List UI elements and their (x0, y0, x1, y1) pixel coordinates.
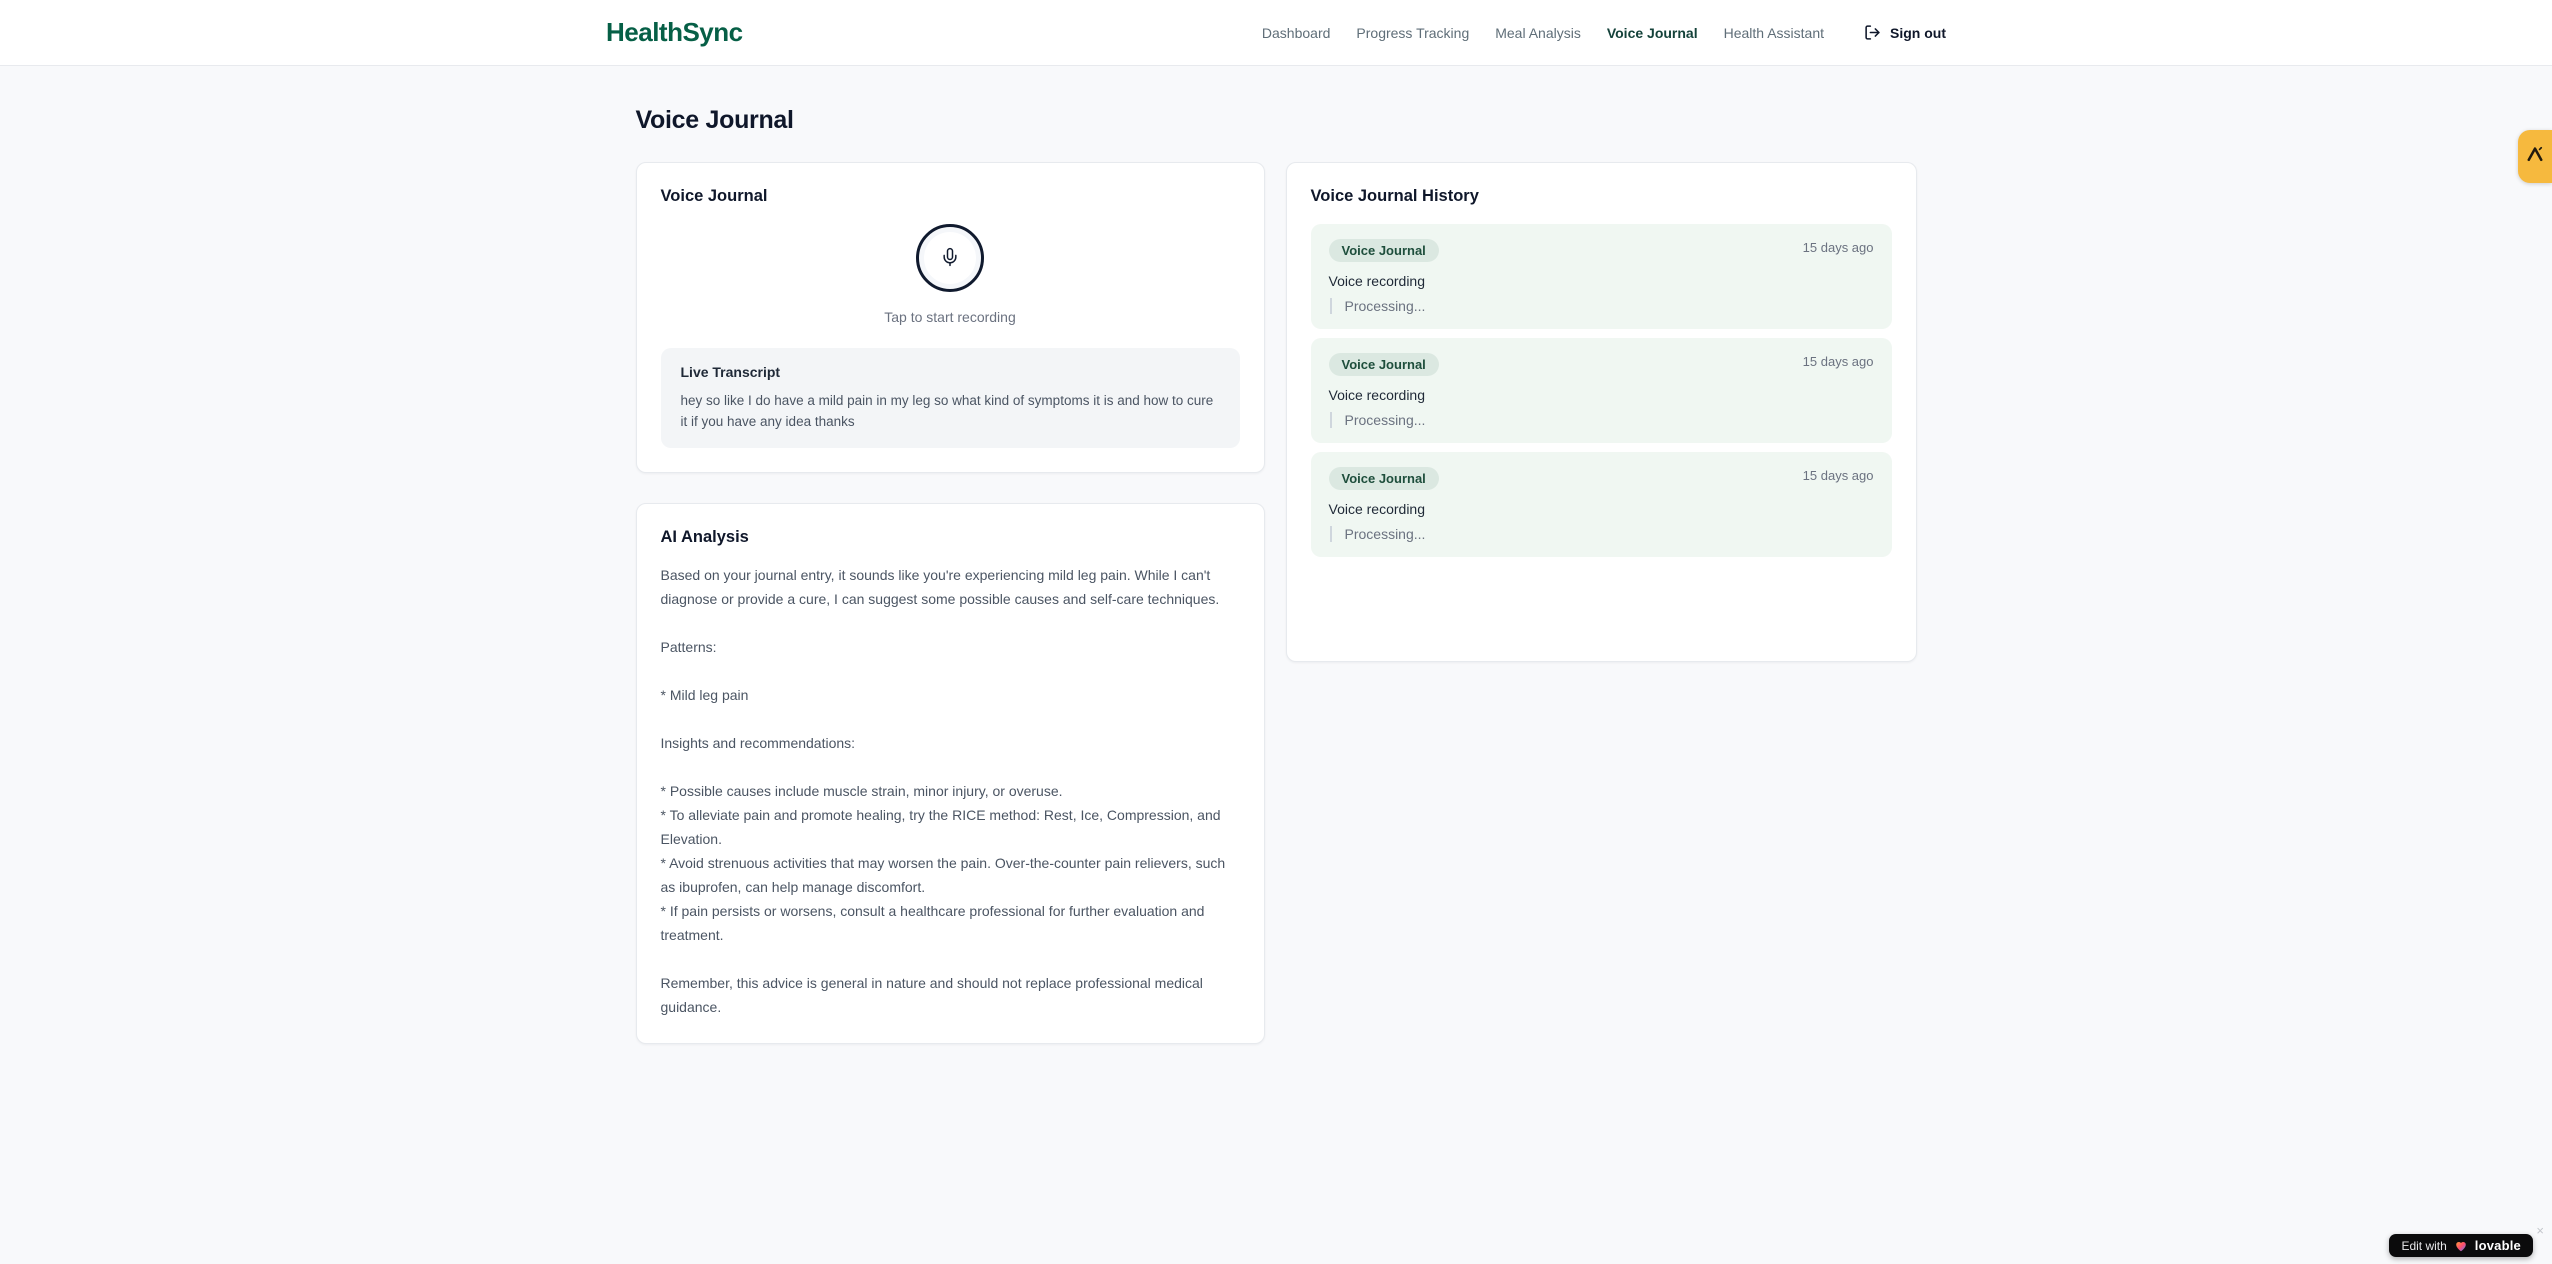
live-transcript-box: Live Transcript hey so like I do have a … (660, 348, 1240, 448)
entry-title: Voice recording (1328, 501, 1426, 517)
heart-icon (2454, 1239, 2468, 1253)
entry-title: Voice recording (1328, 387, 1426, 403)
nav-item-voice-journal[interactable]: Voice Journal (1607, 25, 1698, 41)
entry-status: Processing... (1329, 526, 1874, 542)
tap-to-record-hint: Tap to start recording (884, 309, 1016, 325)
edit-badge-prefix: Edit with (2401, 1238, 2447, 1253)
live-transcript-text: hey so like I do have a mild pain in my … (680, 393, 1214, 429)
entry-timestamp: 15 days ago (1802, 468, 1874, 483)
entry-status: Processing... (1329, 298, 1874, 314)
history-list: Voice Journal 15 days ago Voice recordin… (1310, 224, 1892, 557)
history-card-title: Voice Journal History (1310, 187, 1479, 205)
top-navbar: HealthSync Dashboard Progress Tracking M… (0, 0, 2552, 66)
sign-out-label: Sign out (1890, 24, 1946, 41)
logout-icon (1864, 24, 1881, 41)
main-nav: Dashboard Progress Tracking Meal Analysi… (1262, 24, 1946, 41)
edit-badge-brand: lovable (2474, 1238, 2521, 1253)
voice-journal-history-card: Voice Journal History Voice Journal 15 d… (1285, 162, 1917, 662)
app-logo[interactable]: HealthSync (606, 17, 743, 48)
entry-type-badge: Voice Journal (1328, 467, 1439, 490)
voice-recorder-card: Voice Journal Tap to start recording Liv… (635, 162, 1265, 473)
caret-logo-icon (2525, 144, 2545, 169)
history-entry[interactable]: Voice Journal 15 days ago Voice recordin… (1310, 224, 1892, 329)
entry-timestamp: 15 days ago (1802, 354, 1874, 369)
page-title: Voice Journal (635, 106, 794, 134)
badge-close-icon[interactable]: × (2536, 1224, 2544, 1237)
main-content: Voice Journal Voice Journal Tap to start… (635, 66, 1917, 1044)
ai-analysis-card: AI Analysis Based on your journal entry,… (635, 503, 1265, 1044)
history-entry[interactable]: Voice Journal 15 days ago Voice recordin… (1310, 452, 1892, 557)
live-transcript-title: Live Transcript (680, 364, 781, 380)
nav-item-dashboard[interactable]: Dashboard (1262, 25, 1331, 41)
side-helper-tab[interactable] (2518, 130, 2552, 183)
microphone-icon (940, 247, 960, 270)
entry-status: Processing... (1329, 412, 1874, 428)
nav-item-meal-analysis[interactable]: Meal Analysis (1495, 25, 1581, 41)
nav-item-progress-tracking[interactable]: Progress Tracking (1356, 25, 1469, 41)
entry-timestamp: 15 days ago (1802, 240, 1874, 255)
ai-analysis-title: AI Analysis (660, 528, 749, 546)
entry-type-badge: Voice Journal (1328, 353, 1439, 376)
entry-type-badge: Voice Journal (1328, 239, 1439, 262)
ai-analysis-body: Based on your journal entry, it sounds l… (660, 567, 1226, 1015)
edit-with-lovable-badge[interactable]: Edit with lovable (2389, 1234, 2533, 1257)
entry-title: Voice recording (1328, 273, 1426, 289)
sign-out-button[interactable]: Sign out (1864, 24, 1946, 41)
history-entry[interactable]: Voice Journal 15 days ago Voice recordin… (1310, 338, 1892, 443)
recorder-card-title: Voice Journal (660, 187, 768, 205)
record-button[interactable] (916, 224, 984, 292)
nav-item-health-assistant[interactable]: Health Assistant (1724, 25, 1824, 41)
